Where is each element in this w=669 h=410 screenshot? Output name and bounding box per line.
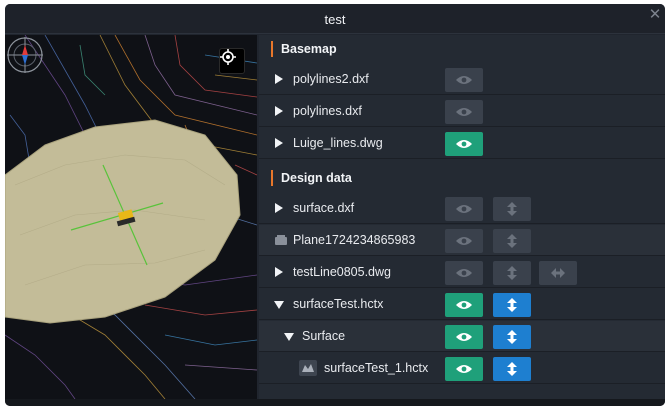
- layer-name: surfaceTest_1.hctx: [324, 361, 429, 375]
- vertical-arrow-button[interactable]: [493, 261, 531, 285]
- vertical-arrow-button[interactable]: [493, 197, 531, 221]
- vertical-arrows-icon: [507, 330, 517, 344]
- locate-button[interactable]: [219, 48, 245, 74]
- crosshair-icon: [220, 49, 236, 65]
- vertical-arrow-button[interactable]: [493, 293, 531, 317]
- layer-name: Surface: [302, 329, 346, 343]
- horizontal-arrow-button[interactable]: [539, 261, 577, 285]
- title-bar: test ✕: [5, 4, 665, 34]
- layer-name: surfaceTest.hctx: [293, 297, 384, 311]
- layer-row[interactable]: polylines.dxf: [259, 96, 665, 127]
- bottom-bar: [5, 399, 665, 406]
- eye-icon: [456, 333, 472, 341]
- section-title: Design data: [281, 171, 352, 185]
- visibility-toggle-button[interactable]: [445, 132, 483, 156]
- section-header-design-data: Design data: [259, 166, 665, 190]
- vertical-arrows-icon: [507, 202, 517, 216]
- layer-name: Plane1724234865983: [293, 233, 416, 247]
- layer-row[interactable]: testLine0805.dwg: [259, 257, 665, 288]
- layer-row[interactable]: surfaceTest.hctx: [259, 289, 665, 320]
- visibility-toggle-button[interactable]: [445, 100, 483, 124]
- eye-icon: [456, 365, 472, 373]
- vertical-arrow-button[interactable]: [493, 229, 531, 253]
- plane-file-icon: [275, 235, 287, 245]
- expand-arrow-icon[interactable]: [275, 203, 283, 213]
- section-header-basemap: Basemap: [259, 37, 665, 61]
- layer-row[interactable]: surface.dxf: [259, 193, 665, 224]
- expand-arrow-icon[interactable]: [275, 74, 283, 84]
- eye-icon: [456, 237, 472, 245]
- eye-icon: [456, 205, 472, 213]
- compass-icon[interactable]: [5, 35, 45, 75]
- layer-row[interactable]: surfaceTest_1.hctx: [259, 353, 665, 384]
- eye-icon: [456, 108, 472, 116]
- visibility-toggle-button[interactable]: [445, 68, 483, 92]
- layer-name: testLine0805.dwg: [293, 265, 391, 279]
- eye-icon: [456, 301, 472, 309]
- visibility-toggle-button[interactable]: [445, 293, 483, 317]
- layer-row[interactable]: Plane1724234865983: [259, 225, 665, 256]
- map-canvas[interactable]: [5, 35, 257, 399]
- collapse-arrow-icon[interactable]: [284, 333, 294, 341]
- vertical-arrows-icon: [507, 298, 517, 312]
- expand-arrow-icon[interactable]: [275, 138, 283, 148]
- eye-icon: [456, 76, 472, 84]
- collapse-arrow-icon[interactable]: [274, 301, 284, 309]
- vertical-arrows-icon: [507, 234, 517, 248]
- visibility-toggle-button[interactable]: [445, 229, 483, 253]
- expand-arrow-icon[interactable]: [275, 267, 283, 277]
- vertical-arrows-icon: [507, 266, 517, 280]
- map-view[interactable]: [5, 35, 257, 399]
- vertical-arrow-button[interactable]: [493, 325, 531, 349]
- surface-file-icon: [299, 360, 317, 376]
- layer-name: Luige_lines.dwg: [293, 136, 383, 150]
- layer-name: polylines2.dxf: [293, 72, 369, 86]
- layer-row[interactable]: Luige_lines.dwg: [259, 128, 665, 159]
- eye-icon: [456, 269, 472, 277]
- visibility-toggle-button[interactable]: [445, 197, 483, 221]
- visibility-toggle-button[interactable]: [445, 357, 483, 381]
- layer-row[interactable]: Surface: [259, 321, 665, 352]
- close-icon[interactable]: ✕: [647, 7, 663, 23]
- visibility-toggle-button[interactable]: [445, 325, 483, 349]
- layer-row[interactable]: polylines2.dxf: [259, 64, 665, 95]
- vertical-arrow-button[interactable]: [493, 357, 531, 381]
- vertical-arrows-icon: [507, 362, 517, 376]
- layer-name: polylines.dxf: [293, 104, 362, 118]
- layer-name: surface.dxf: [293, 201, 355, 215]
- expand-arrow-icon[interactable]: [275, 106, 283, 116]
- horizontal-arrows-icon: [551, 268, 565, 278]
- section-title: Basemap: [281, 42, 337, 56]
- layer-panel: Basemap polylines2.dxf polylines.dxf Lui…: [259, 35, 665, 399]
- window-title: test: [324, 12, 346, 27]
- app-window: test ✕ Basemap polylines2.dxf polylines.…: [5, 4, 665, 406]
- visibility-toggle-button[interactable]: [445, 261, 483, 285]
- eye-icon: [456, 140, 472, 148]
